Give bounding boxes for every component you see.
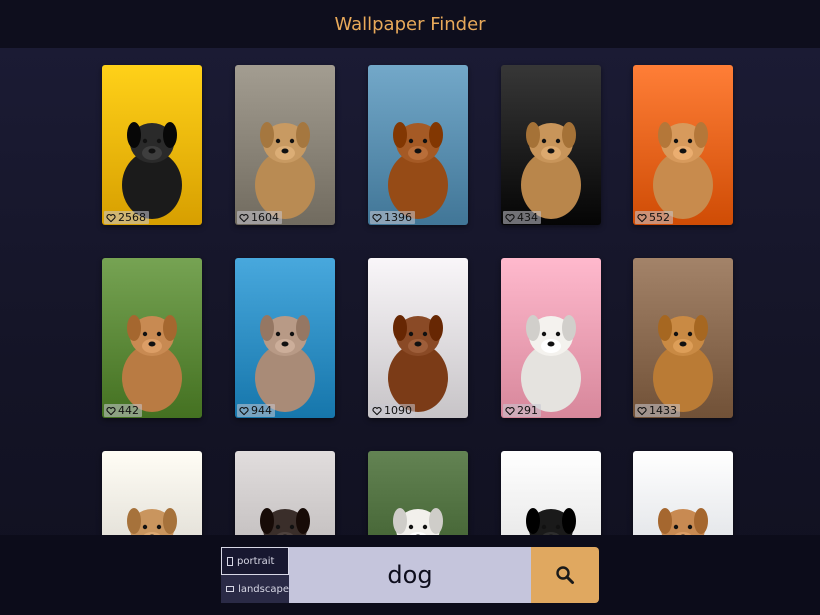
wallpaper-image [102, 451, 202, 535]
orientation-toggle: portrait landscape [221, 547, 289, 603]
like-count-value: 1604 [251, 211, 279, 224]
like-count-value: 291 [517, 404, 538, 417]
heart-icon [505, 213, 515, 222]
search-button[interactable] [531, 547, 599, 603]
portrait-label: portrait [237, 555, 275, 567]
wallpaper-card[interactable]: 1396 [368, 65, 468, 225]
heart-icon [239, 406, 249, 415]
wallpaper-image [633, 258, 733, 418]
like-count-value: 1090 [384, 404, 412, 417]
wallpaper-card[interactable]: 434 [501, 65, 601, 225]
app-title: Wallpaper Finder [334, 13, 486, 35]
like-count-value: 552 [649, 211, 670, 224]
like-count: 442 [104, 404, 142, 417]
wallpaper-card[interactable] [235, 451, 335, 535]
heart-icon [637, 406, 647, 415]
wallpaper-image [501, 258, 601, 418]
landscape-label: landscape [238, 583, 289, 595]
wallpaper-image [368, 65, 468, 225]
wallpaper-card[interactable]: 1604 [235, 65, 335, 225]
wallpaper-card[interactable]: 442 [102, 258, 202, 418]
wallpaper-image [501, 451, 601, 535]
heart-icon [239, 213, 249, 222]
landscape-button[interactable]: landscape [221, 575, 289, 603]
landscape-icon [226, 586, 235, 592]
wallpaper-card[interactable]: 944 [235, 258, 335, 418]
like-count: 1433 [635, 404, 680, 417]
like-count: 1396 [370, 211, 415, 224]
like-count: 2568 [104, 211, 149, 224]
wallpaper-image [633, 451, 733, 535]
wallpaper-card[interactable] [102, 451, 202, 535]
wallpaper-image [633, 65, 733, 225]
wallpaper-card[interactable] [368, 451, 468, 535]
wallpaper-image [235, 451, 335, 535]
portrait-icon [227, 556, 233, 566]
like-count: 1090 [370, 404, 415, 417]
like-count-value: 944 [251, 404, 272, 417]
wallpaper-image [368, 258, 468, 418]
search-icon [556, 566, 574, 584]
wallpaper-image [368, 451, 468, 535]
wallpaper-grid[interactable]: 2568 1604 1396 434 552 442 944 1090 291 1433 [0, 48, 820, 535]
heart-icon [637, 213, 647, 222]
wallpaper-card[interactable]: 2568 [102, 65, 202, 225]
wallpaper-image [235, 258, 335, 418]
heart-icon [505, 406, 515, 415]
wallpaper-card[interactable]: 1090 [368, 258, 468, 418]
like-count-value: 434 [517, 211, 538, 224]
wallpaper-image [235, 65, 335, 225]
search-input[interactable] [289, 547, 531, 603]
wallpaper-card[interactable]: 291 [501, 258, 601, 418]
like-count: 552 [635, 211, 673, 224]
wallpaper-image [102, 258, 202, 418]
wallpaper-card[interactable]: 1433 [633, 258, 733, 418]
like-count: 944 [237, 404, 275, 417]
like-count: 291 [503, 404, 541, 417]
wallpaper-card[interactable] [633, 451, 733, 535]
heart-icon [106, 406, 116, 415]
like-count-value: 442 [118, 404, 139, 417]
like-count-value: 1396 [384, 211, 412, 224]
wallpaper-card[interactable] [501, 451, 601, 535]
wallpaper-image [102, 65, 202, 225]
wallpaper-image [501, 65, 601, 225]
like-count: 1604 [237, 211, 282, 224]
heart-icon [372, 406, 382, 415]
heart-icon [372, 213, 382, 222]
like-count: 434 [503, 211, 541, 224]
like-count-value: 2568 [118, 211, 146, 224]
header-bar: Wallpaper Finder [0, 0, 820, 48]
portrait-button[interactable]: portrait [221, 547, 289, 575]
like-count-value: 1433 [649, 404, 677, 417]
heart-icon [106, 213, 116, 222]
wallpaper-card[interactable]: 552 [633, 65, 733, 225]
